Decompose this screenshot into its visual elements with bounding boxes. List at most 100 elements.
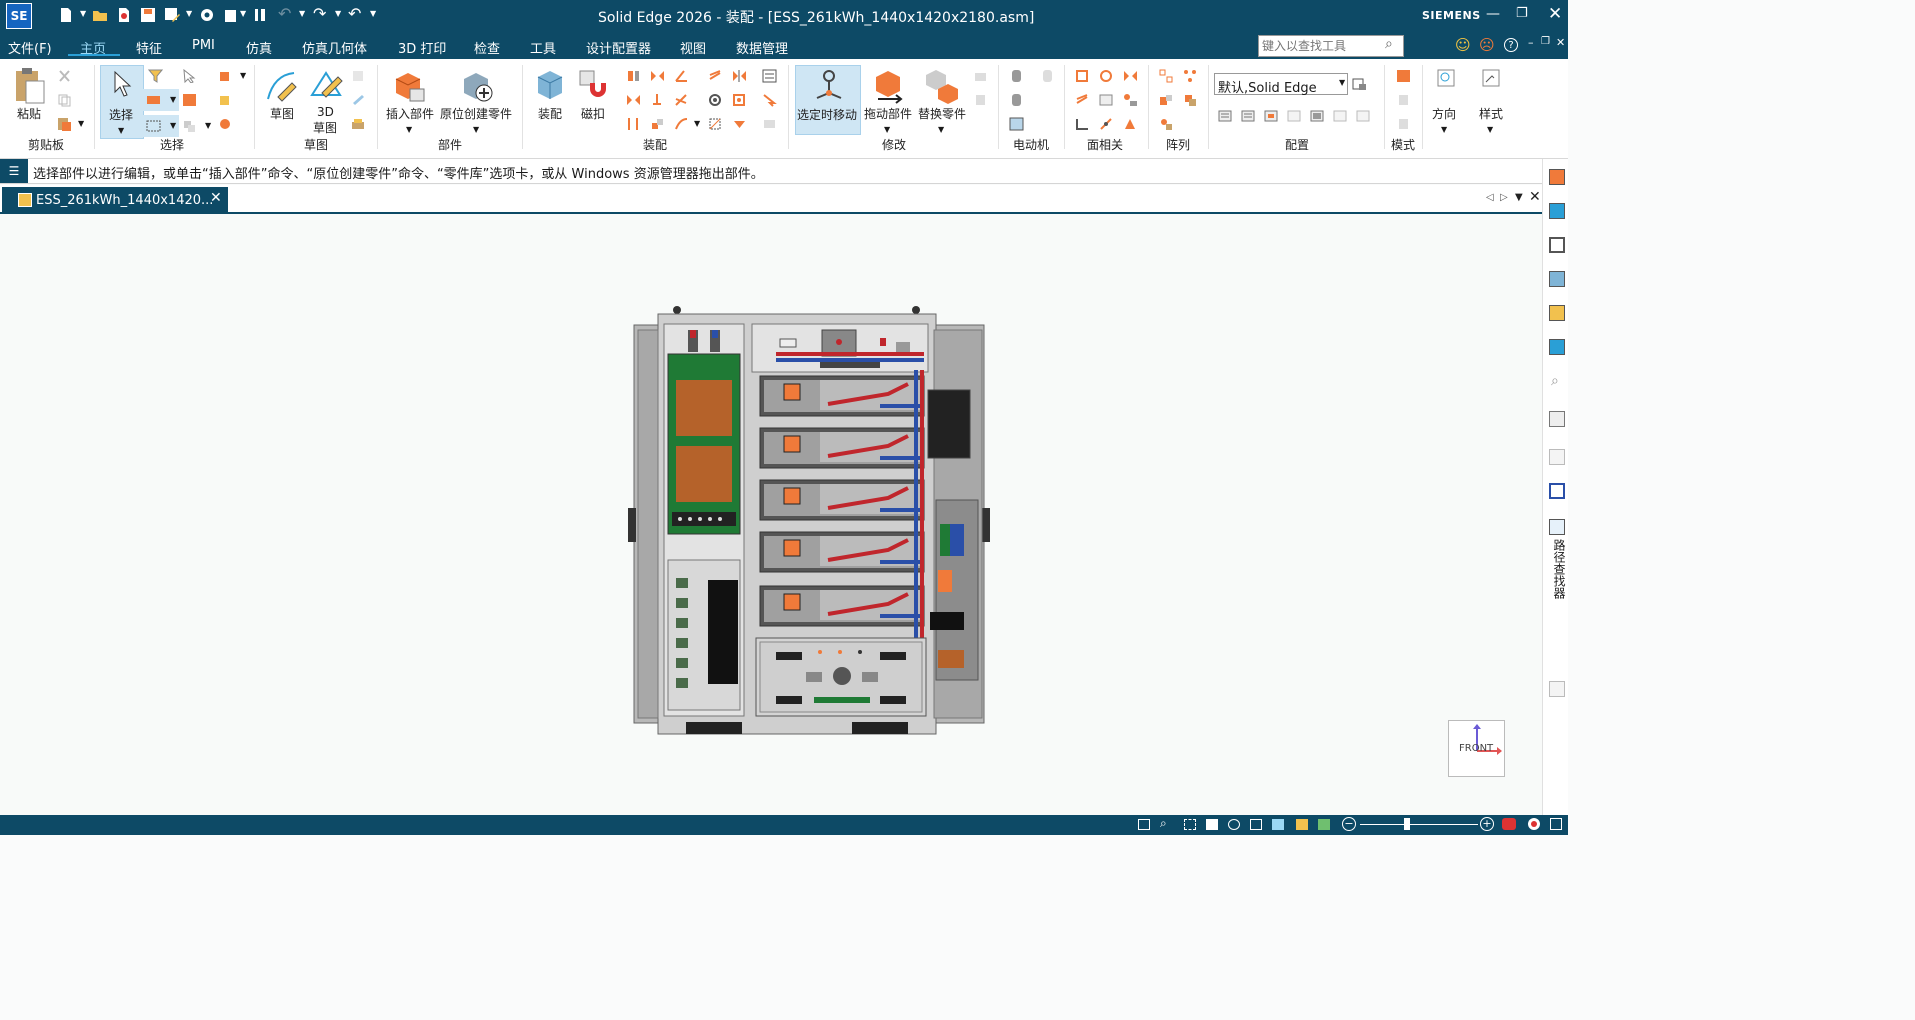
mode-2-icon[interactable] <box>1396 93 1411 107</box>
rigid-set-icon[interactable] <box>708 117 723 131</box>
cut-icon[interactable] <box>57 69 72 83</box>
motor-2-icon[interactable] <box>1009 93 1024 107</box>
hide-select-icon[interactable] <box>182 119 197 133</box>
app-logo[interactable]: SE <box>6 3 32 29</box>
new-dropdown-icon[interactable]: ▼ <box>80 9 86 18</box>
tab-view[interactable]: 视图 <box>680 38 706 57</box>
parallel-icon[interactable] <box>626 117 641 131</box>
config-tool-5-icon[interactable] <box>1310 109 1325 123</box>
replace-part-button[interactable]: 替换零件 <box>918 105 966 122</box>
status-zoom-icon[interactable]: ⌕ <box>1160 816 1167 831</box>
ground-icon[interactable] <box>732 117 747 131</box>
config-tool-3-icon[interactable] <box>1264 109 1279 123</box>
select-tools-icon[interactable] <box>182 68 197 84</box>
assemble-icon[interactable] <box>534 67 568 105</box>
face-9-icon[interactable] <box>1123 117 1138 131</box>
create-in-place-dropdown-icon[interactable]: ▼ <box>473 125 479 134</box>
insert-part-dropdown-icon[interactable]: ▼ <box>406 125 412 134</box>
status-view-icon[interactable] <box>1250 819 1262 830</box>
status-pan-icon[interactable] <box>1206 819 1218 830</box>
tab-scroll-right-icon[interactable]: ▷ <box>1500 192 1508 203</box>
doc-minimize-icon[interactable]: – <box>1528 36 1534 49</box>
sketch-3d-button-line2[interactable]: 草图 <box>313 119 337 136</box>
dock-search-icon[interactable]: ⌕ <box>1551 373 1559 389</box>
help-icon[interactable]: ? <box>1504 38 1518 52</box>
record-icon[interactable] <box>1528 818 1540 830</box>
insert-part-icon[interactable] <box>392 67 428 105</box>
select-button[interactable]: 选择 ▼ <box>100 65 144 139</box>
document-tab-close-icon[interactable]: ✕ <box>210 190 222 206</box>
zoom-out-icon[interactable]: − <box>1342 817 1356 831</box>
snap-button[interactable]: 磁扣 <box>581 105 605 122</box>
replace-part-icon[interactable] <box>924 67 960 105</box>
sketch-3d-icon[interactable] <box>308 65 344 103</box>
filter-icon[interactable] <box>147 69 164 83</box>
new-file-icon[interactable] <box>58 7 74 23</box>
zoom-in-icon[interactable]: + <box>1480 817 1494 831</box>
status-display-icon[interactable] <box>1296 819 1308 830</box>
select-box-icon[interactable] <box>182 93 197 107</box>
ess-cabinet-model[interactable] <box>620 302 1000 738</box>
save-icon[interactable] <box>140 7 156 23</box>
tab-list-icon[interactable]: ▼ <box>1515 192 1523 203</box>
show-all-icon[interactable] <box>218 117 233 131</box>
paste-button[interactable]: 粘贴 <box>17 105 41 122</box>
hide-select-dropdown-icon[interactable]: ▼ <box>205 121 211 130</box>
smile-feedback-icon[interactable]: ☺ <box>1455 36 1471 54</box>
config-tool-2-icon[interactable] <box>1241 109 1256 123</box>
search-icon[interactable]: ⌕ <box>1385 36 1393 52</box>
repeat-icon[interactable]: ↶ <box>348 4 361 23</box>
status-fit-icon[interactable] <box>1138 819 1150 830</box>
status-style-icon[interactable] <box>1318 819 1330 830</box>
snap-magnet-icon[interactable] <box>576 67 610 105</box>
part-filter-dropdown-icon[interactable]: ▼ <box>170 95 176 104</box>
dock-pathfinder-vertical-label[interactable]: 路径查找器 <box>1547 539 1566 599</box>
tab-design-configurator[interactable]: 设计配置器 <box>586 38 651 57</box>
minimize-icon[interactable]: — <box>1486 6 1500 22</box>
face-6-icon[interactable] <box>1123 93 1138 107</box>
mode-3-icon[interactable] <box>1396 117 1411 131</box>
restore-icon[interactable]: ❐ <box>1516 6 1528 21</box>
dock-pathfinder-icon[interactable] <box>1549 203 1565 219</box>
drag-component-button[interactable]: 拖动部件 <box>864 105 912 122</box>
doc-close-icon[interactable]: ✕ <box>1556 36 1565 49</box>
dock-stack-icon[interactable] <box>1549 411 1565 427</box>
dock-sensor-icon[interactable] <box>1549 449 1565 465</box>
status-menu-icon[interactable] <box>1550 818 1562 830</box>
pattern-along-icon[interactable] <box>1159 117 1174 131</box>
face-7-icon[interactable] <box>1075 117 1090 131</box>
face-8-icon[interactable] <box>1099 117 1114 131</box>
status-rotate-icon[interactable] <box>1228 819 1240 830</box>
tab-close-all-icon[interactable]: ✕ <box>1529 189 1541 205</box>
create-in-place-icon[interactable] <box>460 67 496 105</box>
assemble-button[interactable]: 装配 <box>538 105 562 122</box>
motor-3-icon[interactable] <box>1040 69 1055 83</box>
face-2-icon[interactable] <box>1099 69 1114 83</box>
save-as-icon[interactable] <box>164 7 180 23</box>
component-dropdown-icon[interactable]: ▼ <box>240 71 246 80</box>
duplicate-icon[interactable] <box>1183 93 1198 107</box>
status-zoom-area-icon[interactable] <box>1184 819 1196 830</box>
view-cube[interactable]: FRONT <box>1448 720 1505 777</box>
mate-icon[interactable] <box>626 69 641 83</box>
simulate-motor-icon[interactable] <box>1009 117 1024 131</box>
tab-scroll-left-icon[interactable]: ◁ <box>1486 192 1494 203</box>
tab-data-management[interactable]: 数据管理 <box>736 38 788 57</box>
orientation-icon[interactable] <box>1437 69 1455 87</box>
connect-icon[interactable] <box>650 93 665 107</box>
dock-settings-icon[interactable] <box>1549 483 1565 499</box>
insert-part-button[interactable]: 插入部件 <box>386 105 434 122</box>
paste-icon[interactable] <box>12 67 48 105</box>
dock-tools-icon[interactable] <box>1549 237 1565 253</box>
qat-customize-icon[interactable]: ▼ <box>370 9 376 18</box>
paste-special-dropdown-icon[interactable]: ▼ <box>78 119 84 128</box>
face-3-icon[interactable] <box>1123 69 1138 83</box>
graphics-viewport[interactable]: FRONT <box>0 214 1542 815</box>
dock-assembly-tree-icon[interactable] <box>1549 519 1565 535</box>
sketch-tool-3-icon[interactable] <box>351 117 366 131</box>
sketch-icon[interactable] <box>264 67 300 105</box>
clipboard-icon[interactable] <box>223 7 239 23</box>
path-icon[interactable] <box>732 93 747 107</box>
close-icon[interactable]: ✕ <box>1548 4 1562 24</box>
modify-tool-1-icon[interactable] <box>973 69 988 83</box>
